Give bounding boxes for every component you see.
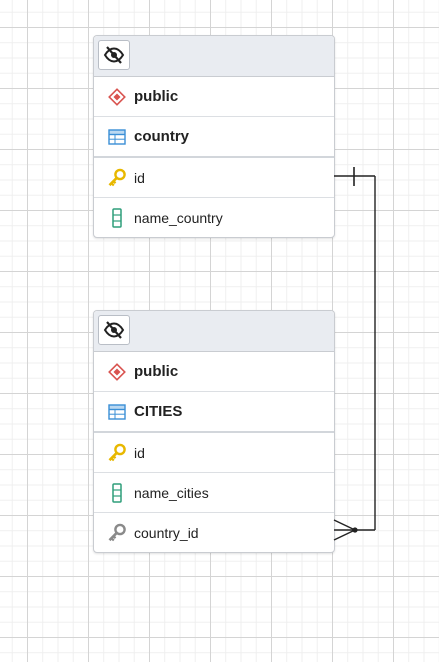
schema-row[interactable]: public — [94, 77, 334, 117]
schema-icon — [106, 86, 128, 108]
schema-name: public — [134, 363, 179, 380]
table-name-row[interactable]: country — [94, 117, 334, 158]
column-row[interactable]: name_cities — [94, 473, 334, 513]
column-name: name_cities — [134, 484, 209, 501]
schema-icon — [106, 361, 128, 383]
column-name: id — [134, 444, 145, 461]
primary-key-icon — [106, 167, 128, 189]
foreign-key-icon — [106, 522, 128, 544]
many-marker — [333, 519, 356, 541]
column-row[interactable]: country_id — [94, 513, 334, 552]
schema-name: public — [134, 88, 179, 105]
entity-toolbar — [94, 36, 334, 77]
junction-dot — [352, 527, 358, 533]
column-row[interactable]: name_country — [94, 198, 334, 237]
column-icon — [106, 207, 128, 229]
table-icon — [106, 126, 128, 148]
entity-country[interactable]: public country id name_country — [93, 35, 335, 238]
table-name: country — [134, 128, 190, 145]
primary-key-icon — [106, 442, 128, 464]
column-row[interactable]: id — [94, 433, 334, 473]
column-icon — [106, 482, 128, 504]
column-row[interactable]: id — [94, 158, 334, 198]
table-name-row[interactable]: CITIES — [94, 392, 334, 433]
eye-slash-icon — [103, 321, 125, 339]
toggle-visibility-button[interactable] — [98, 40, 130, 70]
entity-toolbar — [94, 311, 334, 352]
toggle-visibility-button[interactable] — [98, 315, 130, 345]
table-name: CITIES — [134, 403, 183, 420]
entity-cities[interactable]: public CITIES id name_cities country_id — [93, 310, 335, 553]
schema-row[interactable]: public — [94, 352, 334, 392]
relationship-line — [334, 175, 376, 531]
column-name: name_country — [134, 209, 223, 226]
column-name: country_id — [134, 524, 199, 541]
table-icon — [106, 401, 128, 423]
column-name: id — [134, 169, 145, 186]
eye-slash-icon — [103, 46, 125, 64]
